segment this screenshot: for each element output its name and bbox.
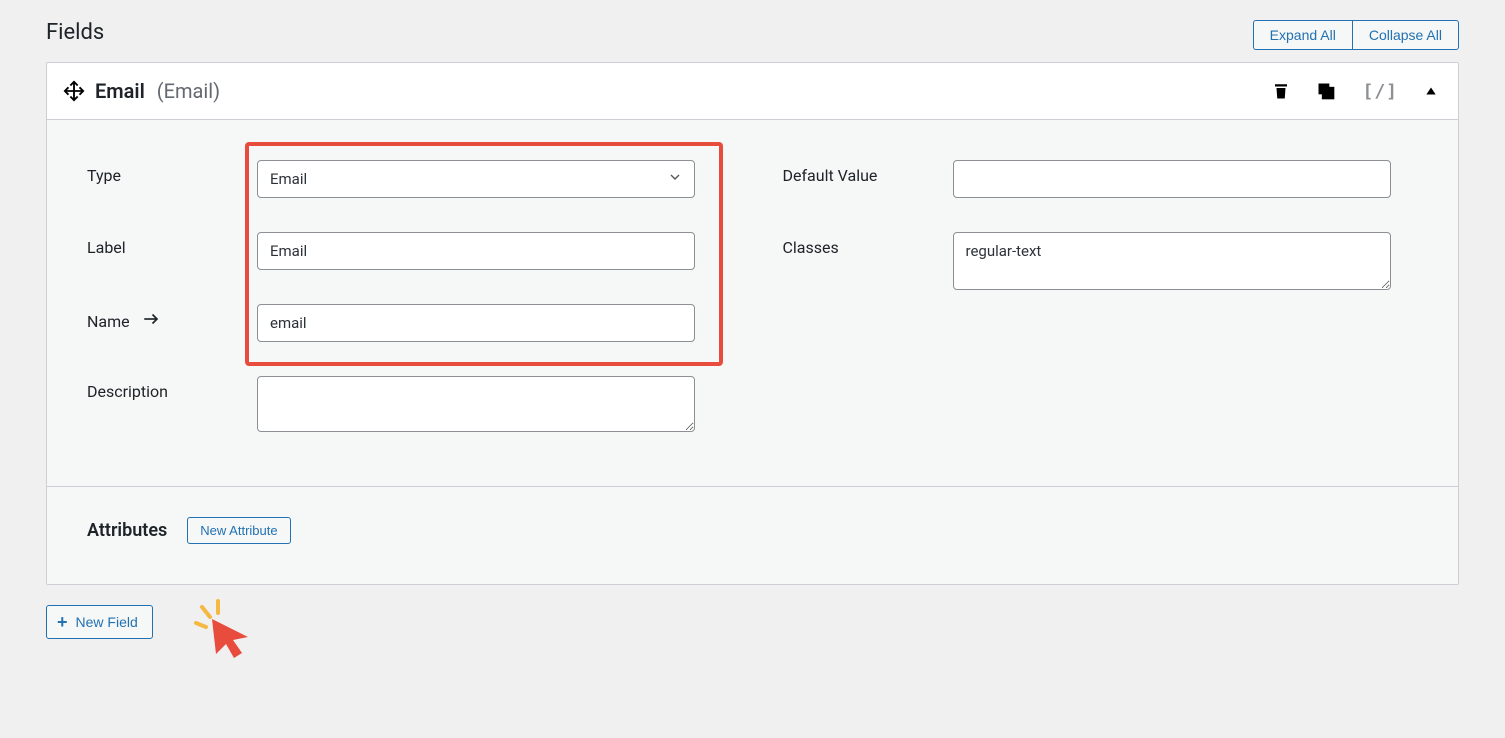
duplicate-icon[interactable]	[1316, 81, 1336, 101]
drag-handle-icon[interactable]	[63, 80, 85, 102]
name-input[interactable]	[257, 304, 695, 342]
row-classes: Classes regular-text	[783, 232, 1419, 294]
left-column: Type Email	[87, 160, 723, 436]
label-default-value: Default Value	[783, 160, 933, 185]
attributes-section: Attributes New Attribute	[47, 486, 1458, 584]
label-label: Label	[87, 232, 237, 257]
new-field-label: New Field	[76, 614, 138, 630]
row-label: Label	[87, 232, 723, 270]
classes-textarea[interactable]: regular-text	[953, 232, 1391, 290]
row-name: Name	[87, 304, 723, 342]
annotation-cursor	[192, 599, 262, 663]
expand-all-button[interactable]: Expand All	[1253, 20, 1352, 50]
field-subtitle: (Email)	[157, 79, 220, 103]
field-header: Email (Email) [/]	[47, 63, 1458, 120]
page-title: Fields	[46, 20, 104, 45]
label-name: Name	[87, 304, 237, 332]
label-name-text: Name	[87, 312, 130, 331]
delete-icon[interactable]	[1272, 81, 1290, 101]
label-type: Type	[87, 160, 237, 185]
field-body: Type Email	[47, 120, 1458, 486]
row-default-value: Default Value	[783, 160, 1419, 198]
header-actions: Expand All Collapse All	[1253, 20, 1459, 50]
description-textarea[interactable]	[257, 376, 695, 432]
label-input[interactable]	[257, 232, 695, 270]
arrow-right-icon	[140, 310, 162, 332]
type-select[interactable]: Email	[257, 160, 695, 198]
shortcode-icon[interactable]: [/]	[1362, 81, 1398, 102]
new-attribute-button[interactable]: New Attribute	[187, 517, 290, 544]
field-title: Email	[95, 79, 145, 103]
collapse-toggle-icon[interactable]	[1424, 84, 1438, 98]
plus-icon: +	[57, 613, 68, 631]
right-column: Default Value Classes regular-text	[783, 160, 1419, 436]
label-description: Description	[87, 376, 237, 401]
label-classes: Classes	[783, 232, 933, 257]
field-card: Email (Email) [/]	[46, 62, 1459, 585]
new-field-button[interactable]: + New Field	[46, 605, 153, 639]
collapse-all-button[interactable]: Collapse All	[1352, 20, 1459, 50]
attributes-heading: Attributes	[87, 520, 167, 541]
row-type: Type Email	[87, 160, 723, 198]
default-value-input[interactable]	[953, 160, 1391, 198]
row-description: Description	[87, 376, 723, 436]
